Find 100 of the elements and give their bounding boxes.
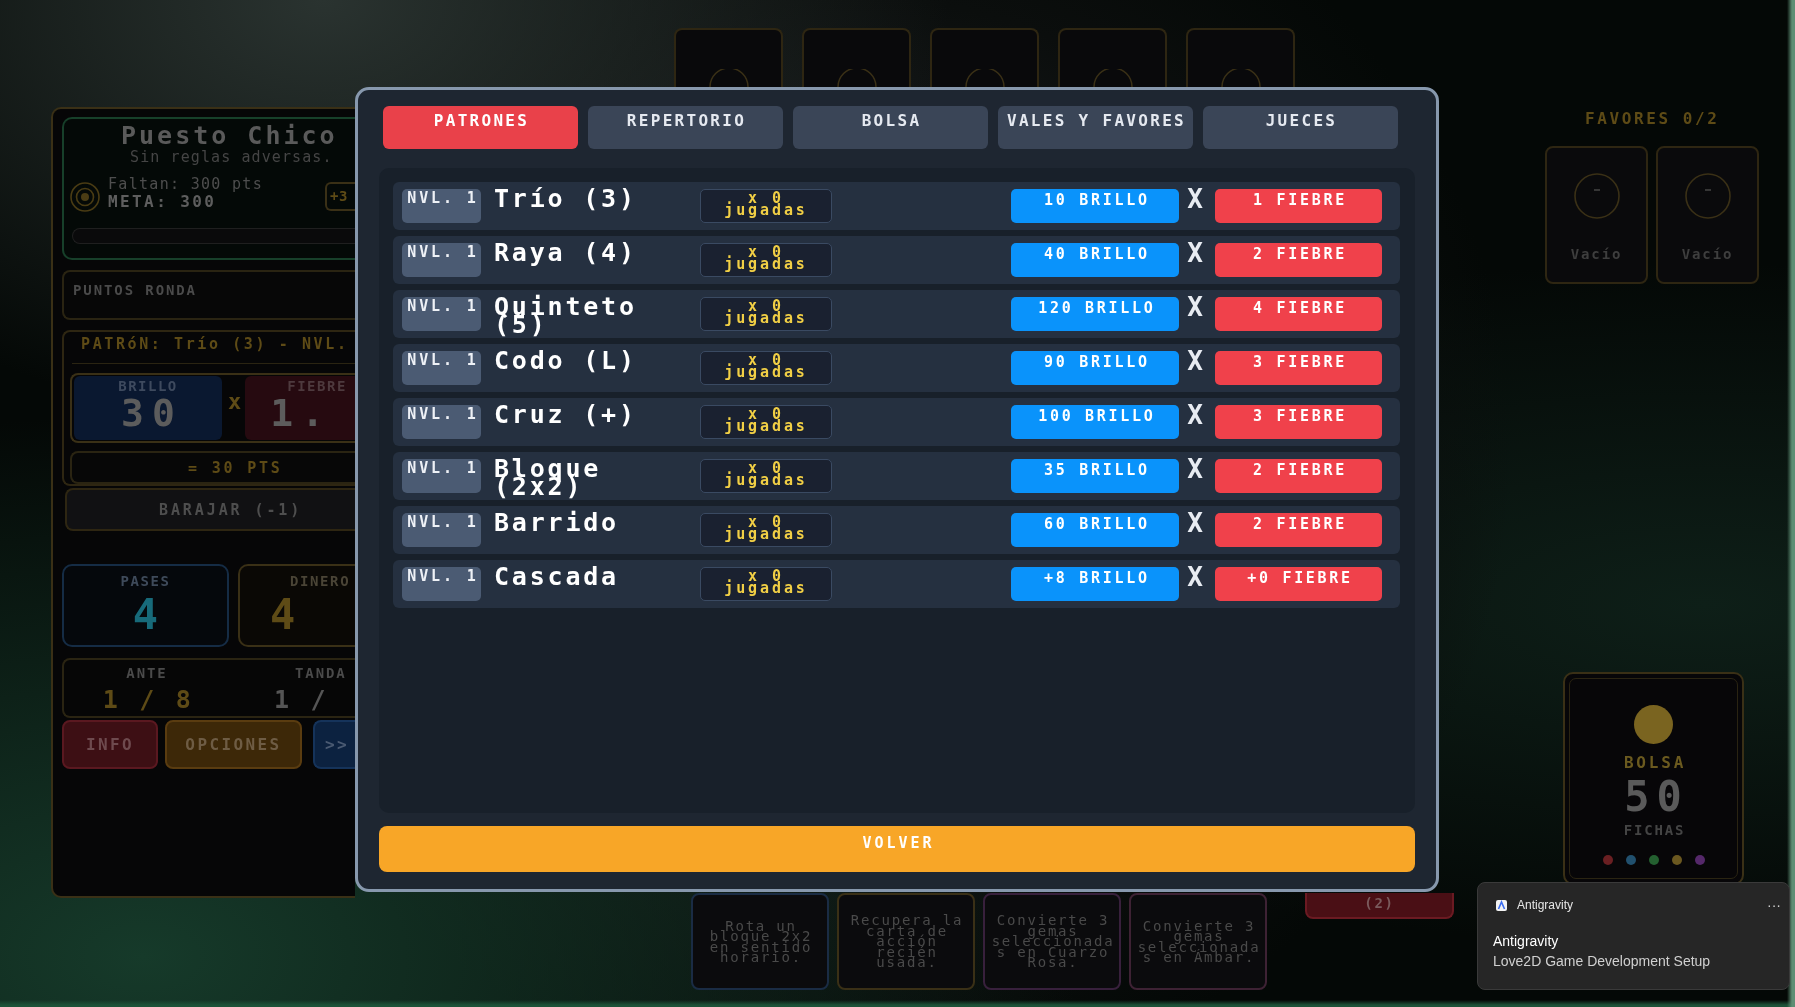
app-icon [1496, 900, 1507, 911]
action-card[interactable]: Convierte 3 gemas seleccionadas en Ámbar. [1129, 893, 1267, 990]
round-points-label: PUNTOS RONDA [73, 282, 197, 298]
plays-badge: x 0 jugadas [700, 567, 832, 601]
pattern-title: PATRóN: Trío (3) - NVL. [81, 336, 349, 352]
app-name: Antigravity [1517, 898, 1574, 913]
plays-badge: x 0 jugadas [700, 459, 832, 493]
fiebre-badge: 2 FIEBRE [1215, 243, 1382, 277]
multiply-sign: X [1187, 513, 1203, 533]
stat-label: DINERO [290, 573, 351, 589]
stat-value: 4 [132, 596, 159, 634]
action-card[interactable]: Recupera la carta de acción recién usada. [837, 893, 975, 990]
game-card[interactable] [674, 28, 783, 87]
notification-title: Antigravity [1493, 932, 1560, 950]
coin-icon [1634, 705, 1673, 744]
brillo-badge: 60 BRILLO [1011, 513, 1180, 547]
multiply-sign: X [1187, 567, 1203, 587]
back-button[interactable]: VOLVER [379, 826, 1415, 872]
game-card[interactable] [802, 28, 911, 87]
level-badge: NVL. 1 [402, 405, 481, 439]
counter-value: 1 / 8 [101, 687, 195, 713]
brillo-badge: 10 BRILLO [1011, 189, 1180, 223]
tab[interactable]: BOLSA [793, 106, 988, 149]
bag-count: 50 [1623, 780, 1689, 814]
fiebre-badge: 2 FIEBRE [1215, 513, 1382, 547]
action-card-text: Recupera la carta de acción recién usada. [849, 915, 965, 968]
more-options-button[interactable]: ··· [1767, 898, 1781, 913]
bag-card[interactable]: BOLSA 50 FICHAS [1563, 672, 1744, 885]
level-badge: NVL. 1 [402, 459, 481, 493]
empty-slot-icon [1573, 173, 1620, 219]
tab[interactable]: PATRONES [383, 106, 578, 149]
brillo-badge: +8 BRILLO [1011, 567, 1180, 601]
level-badge: NVL. 1 [402, 189, 481, 223]
brillo-badge: 40 BRILLO [1011, 243, 1180, 277]
plays-badge: x 0 jugadas [700, 189, 832, 223]
emblem-icon [708, 69, 749, 87]
emblem-icon [836, 69, 877, 87]
tab[interactable]: JUECES [1203, 106, 1398, 149]
fiebre-badge: 2 FIEBRE [1215, 459, 1382, 493]
emblem-icon [964, 69, 1005, 87]
multiply-sign: X [1187, 351, 1203, 371]
round-subtitle: Sin reglas adversas. [130, 149, 333, 165]
multiply-sign: X [1187, 189, 1203, 209]
action-card[interactable]: Rota un bloque 2x2 en sentido horario. [691, 893, 829, 990]
action-card-text: Convierte 3 gemas seleccionadas en Ámbar. [1136, 920, 1261, 963]
remaining-points: Faltan: 300 pts [108, 176, 263, 193]
fiebre-badge: 3 FIEBRE [1215, 405, 1382, 439]
notification-body: Love2D Game Development Setup [1493, 952, 1712, 970]
emblem-icon [1220, 69, 1261, 87]
plays-badge: x 0 jugadas [700, 297, 832, 331]
level-badge: NVL. 1 [402, 567, 481, 601]
action-card-text: Convierte 3 gemas seleccionadas en Cuarzo Rosa. [990, 915, 1115, 968]
fiebre-badge: 4 FIEBRE [1215, 297, 1382, 331]
action-card[interactable]: Convierte 3 gemas seleccionadas en Cuarzo Rosa. [983, 893, 1121, 990]
multiply-sign: X [1187, 405, 1203, 425]
level-badge: NVL. 1 [402, 297, 481, 331]
empty-slot-icon [1684, 173, 1731, 219]
multiply-sign: X [1187, 459, 1203, 479]
info-button[interactable]: INFO [62, 720, 158, 769]
brillo-badge: 120 BRILLO [1011, 297, 1180, 331]
brillo-badge: 35 BRILLO [1011, 459, 1180, 493]
plays-badge: x 0 jugadas [700, 513, 832, 547]
action-card-text: Rota un bloque 2x2 en sentido horario. [708, 920, 814, 963]
tab[interactable]: REPERTORIO [588, 106, 783, 149]
game-card[interactable] [930, 28, 1039, 87]
tab[interactable]: VALES Y FAVORES [998, 106, 1193, 149]
total-points: = 30 PTS [188, 459, 283, 476]
level-badge: NVL. 1 [402, 351, 481, 385]
game-card[interactable] [1058, 28, 1167, 87]
multiply-sign: X [1187, 297, 1203, 317]
counter-value: 1 / [274, 687, 329, 713]
fiebre-value: 1. [270, 394, 332, 432]
game-card[interactable] [1186, 28, 1295, 87]
level-badge: NVL. 1 [402, 243, 481, 277]
plays-badge: x 0 jugadas [700, 243, 832, 277]
target-icon [70, 182, 100, 212]
stat-value: 4 [270, 596, 296, 634]
round-title: Puesto Chico [121, 123, 338, 149]
counter-label: ANTE [126, 666, 168, 680]
emblem-icon [1092, 69, 1133, 87]
favors-title: FAVORES 0/2 [1585, 111, 1720, 127]
hand-button[interactable]: (2) [1305, 893, 1454, 919]
next-button[interactable]: >> [313, 720, 355, 769]
pattern-name: Cascada [494, 568, 620, 586]
brillo-badge: 100 BRILLO [1011, 405, 1180, 439]
fiebre-badge: 1 FIEBRE [1215, 189, 1382, 223]
bag-title: BOLSA [1622, 755, 1687, 771]
level-badge: NVL. 1 [402, 513, 481, 547]
fiebre-badge: 3 FIEBRE [1215, 351, 1382, 385]
shuffle-button[interactable]: BARAJAR (-1) [65, 488, 355, 531]
bag-unit: FICHAS [1622, 822, 1686, 838]
multiply-sign: X [1187, 243, 1203, 263]
counter-label: TANDA [295, 666, 347, 680]
plays-badge: x 0 jugadas [700, 351, 832, 385]
goal-points: META: 300 [108, 193, 218, 210]
fiebre-badge: +0 FIEBRE [1215, 567, 1382, 601]
plays-badge: x 0 jugadas [700, 405, 832, 439]
multiply-sign: x [228, 391, 242, 413]
stat-label: PASES [120, 573, 171, 589]
options-button[interactable]: OPCIONES [165, 720, 302, 769]
